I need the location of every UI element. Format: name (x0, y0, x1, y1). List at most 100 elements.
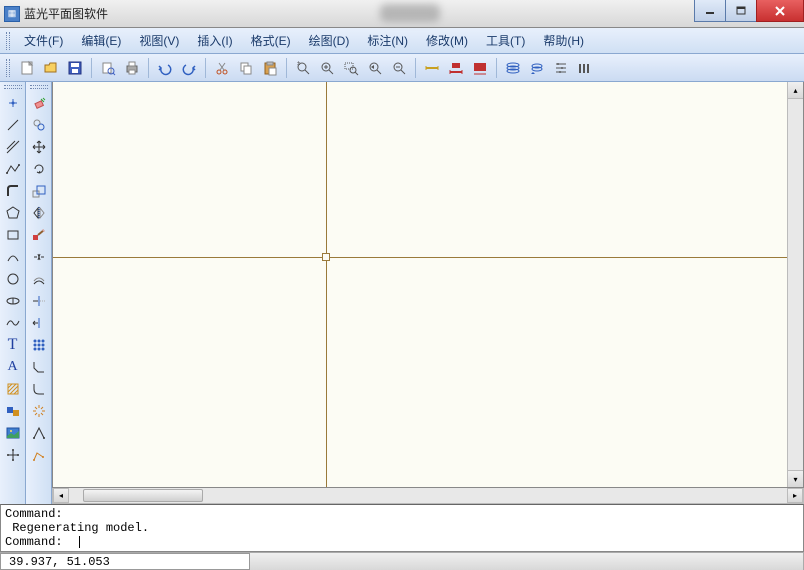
open-file-icon[interactable] (40, 57, 62, 79)
scroll-right-icon[interactable]: ▸ (787, 488, 803, 503)
zoom-window-icon[interactable] (340, 57, 362, 79)
menu-draw[interactable]: 绘图(D) (301, 30, 358, 51)
ellipse-icon[interactable] (2, 290, 24, 311)
modify-toolbar (26, 82, 52, 504)
separator (415, 58, 416, 78)
rotate-icon[interactable] (28, 158, 50, 179)
solid-icon[interactable] (2, 400, 24, 421)
break-pt-icon[interactable] (28, 246, 50, 267)
scale-icon[interactable] (28, 180, 50, 201)
linetype-icon[interactable] (574, 57, 596, 79)
explode-icon[interactable] (28, 400, 50, 421)
polygon-icon[interactable] (2, 202, 24, 223)
menu-help[interactable]: 帮助(H) (535, 30, 592, 51)
menu-edit[interactable]: 编辑(E) (73, 30, 129, 51)
zoom-previous-icon[interactable] (364, 57, 386, 79)
offset-icon[interactable] (28, 268, 50, 289)
dim-more-icon[interactable] (469, 57, 491, 79)
workarea: T A ◂ (0, 82, 804, 504)
copy-icon[interactable] (235, 57, 257, 79)
polyline2-icon[interactable] (2, 180, 24, 201)
zoom-real-icon[interactable]: ± (292, 57, 314, 79)
titlebar: ▦ 蓝光平面图软件 (0, 0, 804, 28)
menubar: 文件(F) 编辑(E) 视图(V) 插入(I) 格式(E) 绘图(D) 标注(N… (0, 28, 804, 54)
dimension-style-icon[interactable] (421, 57, 443, 79)
redo-icon[interactable] (178, 57, 200, 79)
trim-icon[interactable] (28, 290, 50, 311)
spline-icon[interactable] (2, 312, 24, 333)
status-coordinates: 39.937, 51.053 (0, 553, 250, 570)
move-icon[interactable] (28, 136, 50, 157)
cmd-line1: Command: (5, 507, 63, 521)
cmd-line2: Regenerating model. (5, 521, 149, 535)
properties-icon[interactable] (550, 57, 572, 79)
crosshair-center (322, 253, 330, 261)
text-cursor (79, 536, 80, 548)
zoom-out-icon[interactable] (388, 57, 410, 79)
chamfer-icon[interactable] (28, 356, 50, 377)
canvas-holder: ◂ ▸ (52, 82, 804, 504)
drawing-canvas[interactable] (52, 82, 804, 488)
text-a-icon[interactable]: A (2, 356, 24, 377)
paste-icon[interactable] (259, 57, 281, 79)
statusbar: 39.937, 51.053 (0, 552, 804, 570)
circle-icon[interactable] (2, 268, 24, 289)
menu-tools[interactable]: 工具(T) (478, 30, 533, 51)
save-icon[interactable] (64, 57, 86, 79)
mirror-icon[interactable] (28, 202, 50, 223)
menu-file[interactable]: 文件(F) (16, 30, 71, 51)
dim-linear-icon[interactable] (445, 57, 467, 79)
smudge (380, 4, 440, 22)
line-icon[interactable] (2, 114, 24, 135)
svg-text:±: ± (297, 61, 301, 67)
crosshair-v (326, 82, 327, 487)
cut-icon[interactable] (211, 57, 233, 79)
crosshair-h (53, 257, 787, 258)
new-file-icon[interactable] (16, 57, 38, 79)
align-icon[interactable] (28, 422, 50, 443)
menu-view[interactable]: 视图(V) (131, 30, 187, 51)
layer-icon[interactable] (502, 57, 524, 79)
status-blank (250, 553, 804, 570)
print-icon[interactable] (121, 57, 143, 79)
vertical-scrollbar[interactable] (787, 82, 803, 487)
rectangle-icon[interactable] (2, 224, 24, 245)
zoom-in-icon[interactable] (316, 57, 338, 79)
command-window[interactable]: Command: Regenerating model. Command: (0, 504, 804, 552)
scroll-thumb[interactable] (83, 489, 203, 502)
cmd-line3: Command: (5, 535, 77, 549)
fillet-icon[interactable] (28, 378, 50, 399)
menu-annotate[interactable]: 标注(N) (359, 30, 416, 51)
menu-format[interactable]: 格式(E) (243, 30, 299, 51)
separator (91, 58, 92, 78)
extend-icon[interactable] (28, 312, 50, 333)
array-icon[interactable] (28, 334, 50, 355)
block-icon[interactable] (2, 444, 24, 465)
stretch-icon[interactable] (28, 444, 50, 465)
image-icon[interactable] (2, 422, 24, 443)
arc-icon[interactable] (2, 246, 24, 267)
text-big-icon[interactable]: T (2, 334, 24, 355)
construction-line-icon[interactable] (2, 136, 24, 157)
menu-modify[interactable]: 修改(M) (418, 30, 476, 51)
horizontal-scrollbar[interactable]: ◂ ▸ (52, 488, 804, 504)
point-icon[interactable] (2, 92, 24, 113)
window-buttons (695, 0, 804, 22)
separator (205, 58, 206, 78)
copy-obj-icon[interactable] (28, 114, 50, 135)
erase-icon[interactable] (28, 92, 50, 113)
minimize-button[interactable] (694, 0, 726, 22)
layer-prev-icon[interactable] (526, 57, 548, 79)
close-button[interactable] (756, 0, 804, 22)
print-preview-icon[interactable] (97, 57, 119, 79)
polyline-icon[interactable] (2, 158, 24, 179)
match-prop-icon[interactable] (28, 224, 50, 245)
separator (148, 58, 149, 78)
scroll-left-icon[interactable]: ◂ (53, 488, 69, 503)
window-title: 蓝光平面图软件 (24, 5, 108, 22)
undo-icon[interactable] (154, 57, 176, 79)
hatch-icon[interactable] (2, 378, 24, 399)
maximize-button[interactable] (725, 0, 757, 22)
draw-toolbar: T A (0, 82, 26, 504)
menu-insert[interactable]: 插入(I) (189, 30, 240, 51)
